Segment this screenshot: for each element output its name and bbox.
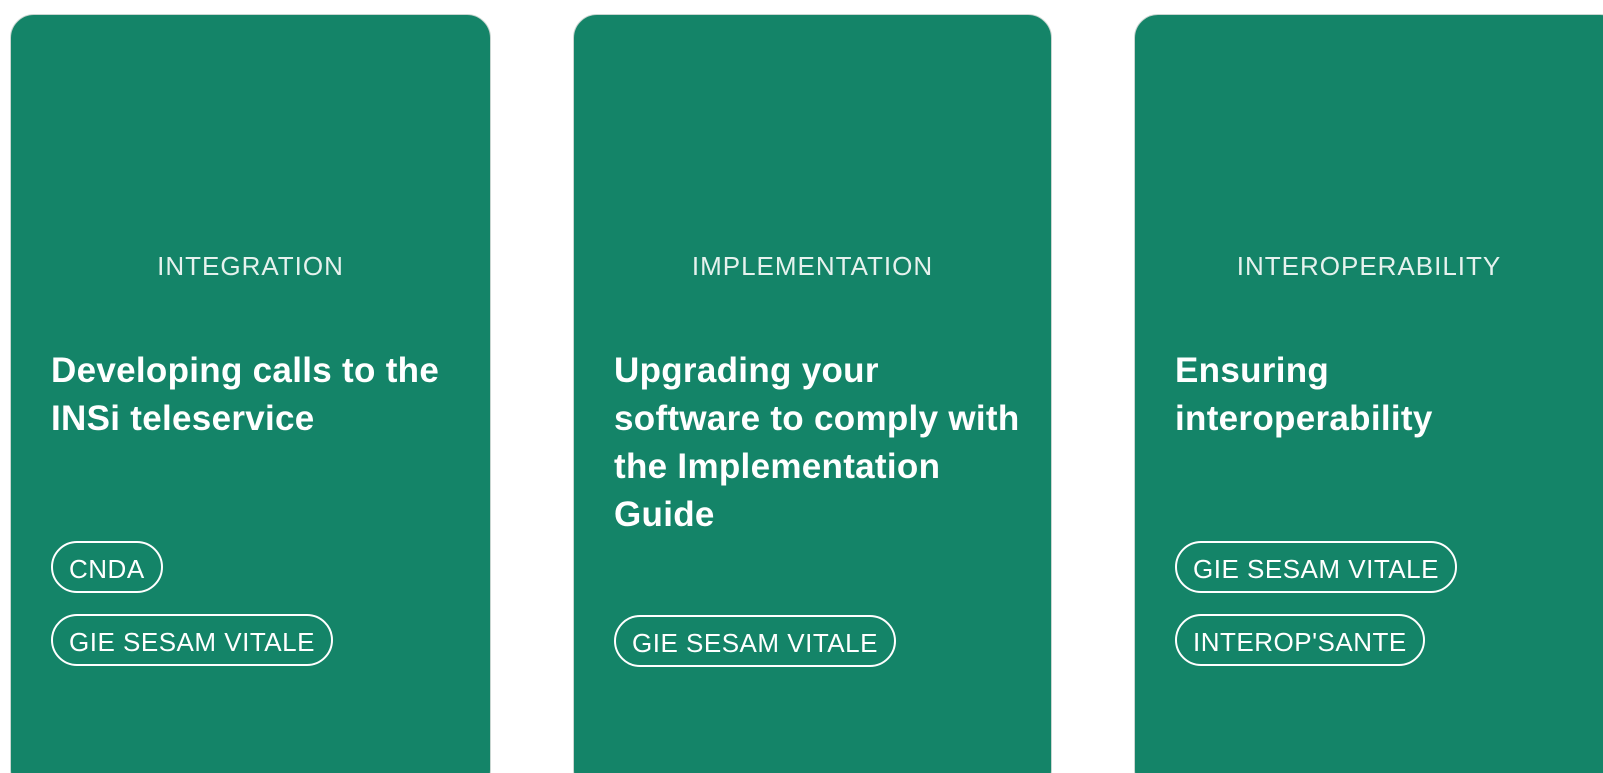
tag-gie-sesam-vitale[interactable]: GIE SESAM VITALE bbox=[614, 615, 896, 667]
tag-interop-sante[interactable]: INTEROP'SANTE bbox=[1175, 614, 1425, 666]
card-carousel: INTEGRATION Developing calls to the INSi… bbox=[0, 0, 1603, 773]
card-title: Developing calls to the INSi teleservice bbox=[51, 351, 440, 438]
card-tags: GIE SESAM VITALE INTEROP'SANTE bbox=[1175, 541, 1457, 666]
card-integration[interactable]: INTEGRATION Developing calls to the INSi… bbox=[10, 14, 491, 773]
card-interoperability[interactable]: INTEROPERABILITY Ensuring interoperabili… bbox=[1134, 14, 1603, 773]
card-title: Upgrading your software to comply with t… bbox=[614, 351, 1020, 534]
card-category: INTEGRATION bbox=[157, 251, 344, 281]
tag-cnda[interactable]: CNDA bbox=[51, 541, 163, 593]
tag-gie-sesam-vitale[interactable]: GIE SESAM VITALE bbox=[1175, 541, 1457, 593]
card-title: Ensuring interoperability bbox=[1175, 351, 1433, 438]
card-category: INTEROPERABILITY bbox=[1236, 251, 1502, 281]
card-tags: CNDA GIE SESAM VITALE bbox=[51, 541, 333, 666]
card-tags: GIE SESAM VITALE bbox=[614, 615, 896, 667]
card-implementation[interactable]: IMPLEMENTATION Upgrading your software t… bbox=[573, 14, 1052, 773]
tag-gie-sesam-vitale[interactable]: GIE SESAM VITALE bbox=[51, 614, 333, 666]
card-category: IMPLEMENTATION bbox=[691, 251, 934, 281]
